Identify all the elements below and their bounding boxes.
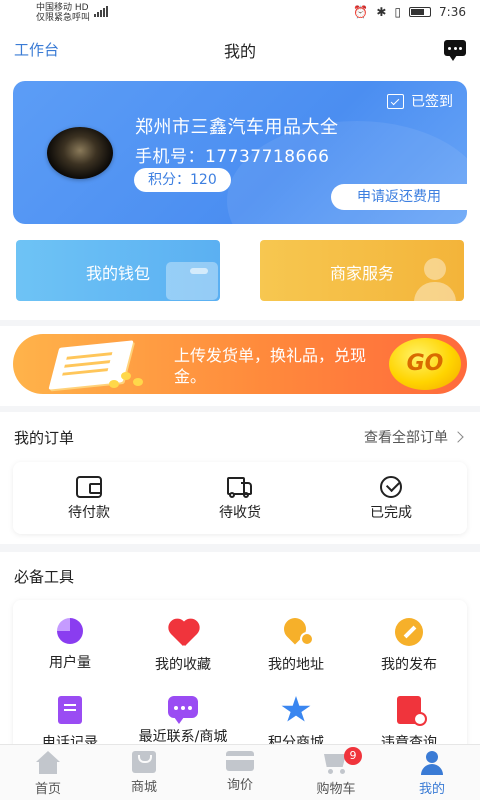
star-icon <box>281 696 311 722</box>
bottom-tab-bar: 首页 商城 询价 购物车 9 我的 <box>0 744 480 800</box>
tool-my-posts[interactable]: 我的发布 <box>352 618 466 674</box>
user-icon <box>417 751 447 775</box>
view-all-orders-link[interactable]: 查看全部订单 <box>364 427 464 447</box>
check-circle-icon <box>380 476 402 498</box>
status-bar: 中国移动 HD 仅限紧急呼叫 ⏰ ✱ ▯ 7:36 <box>0 0 480 28</box>
tools-card: 用户量 我的收藏 我的地址 我的发布 电话记录 最近联系/商城 积分商城 违章查… <box>13 600 467 760</box>
service-person-icon <box>410 254 460 301</box>
tab-inquiry[interactable]: 询价 <box>192 745 288 800</box>
bluetooth-icon: ✱ <box>376 5 387 19</box>
title-bar: 工作台 我的 <box>0 28 480 70</box>
my-wallet-button[interactable]: 我的钱包 <box>16 240 220 301</box>
cart-count-badge: 9 <box>344 747 362 765</box>
calendar-check-icon <box>387 93 404 109</box>
tool-label: 最近联系/商城 <box>138 729 228 745</box>
tab-label: 商城 <box>130 780 157 795</box>
location-pin-icon <box>280 618 314 646</box>
tool-label: 我的地址 <box>268 657 324 673</box>
order-pending-payment[interactable]: 待付款 <box>29 476 149 522</box>
alarm-icon: ⏰ <box>353 5 369 19</box>
clock: 7:36 <box>439 5 466 19</box>
tool-user-count[interactable]: 用户量 <box>13 618 127 672</box>
document-search-icon <box>397 696 427 726</box>
tab-label: 首页 <box>34 782 61 797</box>
coin-icon <box>133 378 143 386</box>
home-icon <box>33 751 63 775</box>
tab-mall[interactable]: 商城 <box>96 745 192 800</box>
tool-label: 我的收藏 <box>155 657 211 673</box>
wallet-icon <box>76 476 102 498</box>
pie-chart-icon <box>57 618 83 644</box>
battery-icon <box>409 7 432 17</box>
message-icon[interactable] <box>444 40 466 61</box>
shop-name: 郑州市三鑫汽车用品大全 <box>135 117 339 138</box>
profile-card[interactable]: 郑州市三鑫汽车用品大全 手机号：17737718666 积分：120 已签到 申… <box>13 81 467 224</box>
status-right: ⏰ ✱ ▯ 7:36 <box>353 5 466 19</box>
order-pending-receipt[interactable]: 待收货 <box>180 476 300 522</box>
signed-in-status[interactable]: 已签到 <box>387 91 453 111</box>
vibrate-icon: ▯ <box>394 5 402 19</box>
wallet-icon <box>166 262 218 300</box>
apply-refund-button[interactable]: 申请返还费用 <box>331 184 467 210</box>
tool-my-favorites[interactable]: 我的收藏 <box>126 618 240 674</box>
shipping-document-icon <box>48 340 134 390</box>
carrier-info: 中国移动 HD 仅限紧急呼叫 <box>36 3 90 23</box>
phone-number: 手机号：17737718666 <box>135 147 330 167</box>
page-title: 我的 <box>223 42 256 61</box>
order-status-label: 已完成 <box>370 505 412 521</box>
tools-title: 必备工具 <box>14 568 75 586</box>
signal-icon <box>94 5 108 17</box>
order-status-label: 待收货 <box>219 505 261 521</box>
tab-cart[interactable]: 购物车 9 <box>288 745 384 800</box>
promo-text: 上传发货单，换礼品，兑现金。 <box>174 346 367 386</box>
points-badge[interactable]: 积分：120 <box>134 168 231 192</box>
tab-label: 询价 <box>226 778 253 793</box>
app-root: 中国移动 HD 仅限紧急呼叫 ⏰ ✱ ▯ 7:36 工作台 我的 郑州市三鑫汽车… <box>0 0 480 800</box>
orders-title: 我的订单 <box>14 429 75 447</box>
tool-my-address[interactable]: 我的地址 <box>239 618 353 674</box>
pen-icon <box>395 618 423 646</box>
order-completed[interactable]: 已完成 <box>331 476 451 522</box>
tool-label: 用户量 <box>49 655 91 671</box>
chat-icon <box>168 696 198 724</box>
chevron-right-icon <box>452 431 464 443</box>
carrier-name: 中国移动 HD <box>36 3 89 13</box>
coin-icon <box>121 372 131 380</box>
truck-icon <box>227 476 253 498</box>
coin-icon <box>109 380 119 388</box>
shop-icon <box>132 751 156 773</box>
go-button[interactable]: GO <box>389 338 461 390</box>
tab-me[interactable]: 我的 <box>384 745 480 800</box>
signed-in-label: 已签到 <box>411 94 453 110</box>
orders-card: 待付款 待收货 已完成 <box>13 462 467 534</box>
phone-record-icon <box>58 696 82 724</box>
tab-label: 我的 <box>418 782 445 797</box>
emergency-only-label: 仅限紧急呼叫 <box>36 13 91 23</box>
tab-home[interactable]: 首页 <box>0 745 96 800</box>
merchant-service-button[interactable]: 商家服务 <box>260 240 464 301</box>
tab-label: 购物车 <box>316 782 356 797</box>
tool-recent-contacts[interactable]: 最近联系/商城 <box>126 696 240 746</box>
avatar[interactable] <box>47 127 113 179</box>
tool-label: 我的发布 <box>381 657 437 673</box>
order-status-label: 待付款 <box>68 505 110 521</box>
heart-icon <box>167 618 199 646</box>
promo-banner[interactable]: 上传发货单，换礼品，兑现金。 GO <box>13 334 467 394</box>
view-all-orders-label: 查看全部订单 <box>364 430 448 446</box>
card-icon <box>226 751 254 771</box>
